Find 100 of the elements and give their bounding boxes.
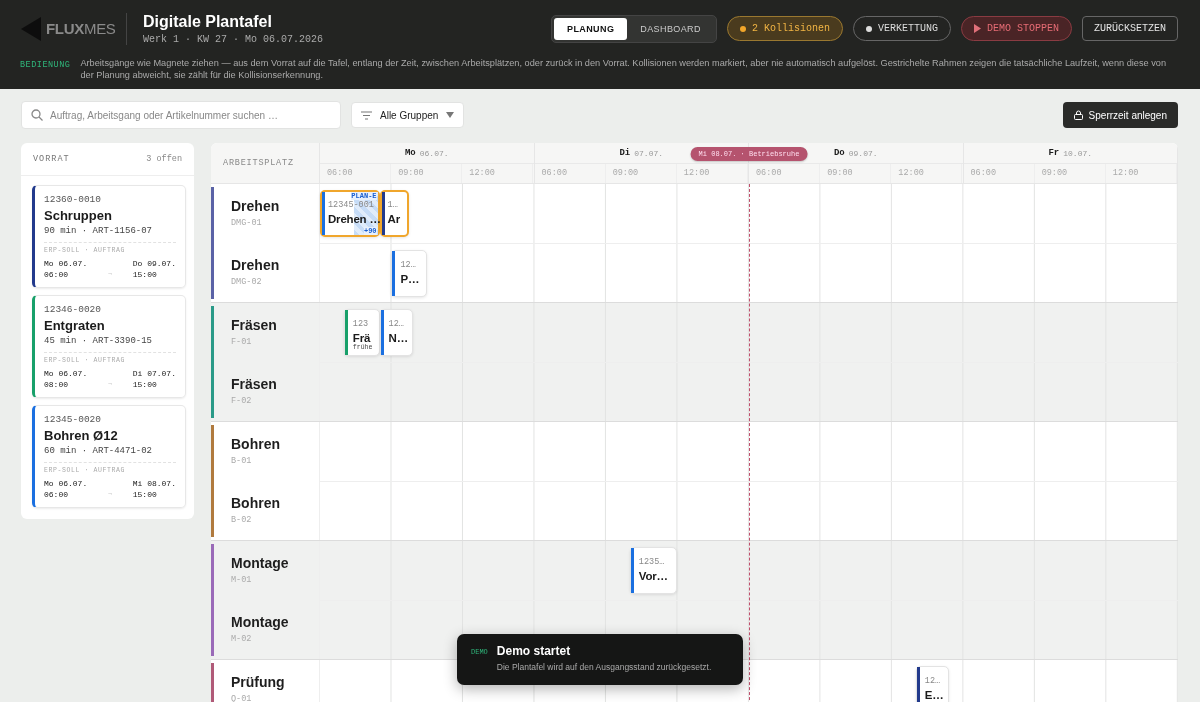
day-date: 09.07. <box>848 148 878 158</box>
reset-button[interactable]: ZURÜCKSETZEN <box>1082 16 1178 41</box>
workplace-code: M-02 <box>231 634 253 644</box>
search-field[interactable]: Auftrag, Arbeitsgang oder Artikelnummer suchen … <box>21 101 341 129</box>
start-time: 08:00 <box>44 379 69 390</box>
end-time: 15:00 <box>132 269 158 280</box>
operation-title: Vor… <box>638 570 669 582</box>
day-name: Mo <box>404 148 416 158</box>
hour-label: 12:00 <box>462 164 534 183</box>
toast-title: Demo startet <box>496 644 572 658</box>
play-icon <box>973 24 981 33</box>
hour-label: 09:00 <box>605 164 677 183</box>
operation-spec: 90 min · ART-1156-07 <box>44 226 154 236</box>
day-name: Fr <box>1048 148 1060 158</box>
hint-text: Arbeitsgänge wie Magnete ziehen — aus dem Vorrat auf die Tafel, entlang der Zeit, zwischen Arbeitsplätzen, oder zurück in den Vorrat. Kollisionen werden markiert, aber nie automatisch aufgelöst. Gestrichelte Rahmen zeigen die tatsächliche Laufzeit, wenn diese von der Planung abweicht, sie zählt für die Kollisionserkennung. <box>80 57 1167 81</box>
start-date: Mo 06.07. <box>44 258 88 269</box>
workplace-name: Fräsen <box>231 317 278 333</box>
start-time: 06:00 <box>44 489 69 500</box>
column-header: ARBEITSPLATZ <box>222 157 295 170</box>
workplace-code: M-01 <box>231 575 253 585</box>
start-date: Mo 06.07. <box>44 478 88 489</box>
view-tab[interactable]: PLANUNG <box>554 17 628 40</box>
day-date: 07.07. <box>634 148 664 158</box>
toast-text: Die Plantafel wird auf den Ausgangsstand zurückgesetzt. <box>496 662 712 672</box>
collisions-button[interactable]: 2 Kollisionen <box>726 16 843 41</box>
operation-title: E… <box>924 689 945 701</box>
workplace-code: B-01 <box>231 456 253 466</box>
page-subtitle: Werk 1 · KW 27 · Mo 06.07.2026 <box>143 33 324 45</box>
operation-name: Bohren Ø12 <box>44 428 119 443</box>
workplace-name: Drehen <box>231 257 281 273</box>
hour-label: 12:00 <box>1105 164 1177 183</box>
workplace-name: Montage <box>231 614 290 630</box>
hour-label: 09:00 <box>391 164 463 183</box>
operation-spec: 60 min · ART-4471-02 <box>44 446 154 456</box>
search-icon <box>31 109 43 121</box>
filter-icon <box>361 110 372 120</box>
operation-name: Schruppen <box>44 208 113 223</box>
workplace-code: B-02 <box>231 515 253 525</box>
end-date: Di 07.07. <box>132 368 176 379</box>
order-number: 12… <box>388 319 405 329</box>
workplace-name: Bohren <box>231 436 281 452</box>
hour-label: 06:00 <box>320 164 392 183</box>
workplace-name: Bohren <box>231 495 281 511</box>
logo: FLUXMES <box>46 20 116 37</box>
day-date: 10.07. <box>1063 148 1093 158</box>
demo-button[interactable]: DEMO STOPPEN <box>960 16 1072 41</box>
order-number: 12… <box>400 260 417 270</box>
group-filter[interactable]: Alle Gruppen <box>351 102 465 128</box>
day-name: Do <box>833 148 845 158</box>
operation-title: Drehen … <box>328 213 378 225</box>
operation-title: Ar <box>387 213 401 225</box>
hour-label: 12:00 <box>676 164 748 183</box>
operation-name: Entgraten <box>44 318 106 333</box>
order-number: 1235… <box>638 557 666 567</box>
end-time: 15:00 <box>132 489 158 500</box>
open-count: 3 offen <box>146 154 182 164</box>
operation-block[interactable]: 12… E… <box>915 666 950 702</box>
panel-title: VORRAT <box>33 154 70 164</box>
workplace-name: Montage <box>231 555 290 571</box>
hour-label: 06:00 <box>534 164 606 183</box>
lock-icon <box>1073 110 1083 120</box>
order-number: 12345-001 <box>328 200 375 210</box>
order-number: 12345-0020 <box>44 414 102 425</box>
workplace-code: F-02 <box>231 396 253 406</box>
workplace-code: Q-01 <box>231 694 253 702</box>
operation-block[interactable]: 1235… Vor… <box>629 547 678 594</box>
operation-title: Frä <box>352 332 372 344</box>
operation-title: N… <box>388 332 409 344</box>
lock-time-button[interactable]: Sperrzeit anlegen <box>1062 102 1178 128</box>
page-title: Digitale Plantafel <box>143 12 273 31</box>
operation-block[interactable]: 12… P… <box>391 250 428 297</box>
order-number: 12360-0010 <box>44 194 102 205</box>
hour-label: 06:00 <box>963 164 1035 183</box>
end-time: 15:00 <box>132 379 158 390</box>
start-date: Mo 06.07. <box>44 368 88 379</box>
order-number: 12346-0020 <box>44 304 102 315</box>
day-date: 06.07. <box>419 148 449 158</box>
hour-label: 09:00 <box>1034 164 1106 183</box>
operation-block[interactable]: 12… N… <box>379 309 413 356</box>
workplace-name: Prüfung <box>231 674 286 690</box>
start-time: 06:00 <box>44 269 69 280</box>
hour-label: 06:00 <box>749 164 821 183</box>
day-name: Di <box>619 148 631 158</box>
view-tab[interactable]: DASHBOARD <box>627 17 714 40</box>
operation-block[interactable]: 1… Ar <box>379 190 410 237</box>
workplace-name: Drehen <box>231 198 281 214</box>
order-number: 1… <box>387 200 399 210</box>
hour-label: 09:00 <box>820 164 892 183</box>
workplace-name: Fräsen <box>231 376 278 392</box>
workplace-code: DMG-02 <box>231 277 263 287</box>
order-number: 12… <box>924 676 942 686</box>
end-date: Do 09.07. <box>132 258 176 269</box>
end-date: Mi 08.07. <box>132 478 176 489</box>
operation-title: P… <box>400 273 421 285</box>
hour-label: 12:00 <box>891 164 963 183</box>
operation-spec: 45 min · ART-3390-15 <box>44 336 154 346</box>
workplace-code: DMG-01 <box>231 218 263 228</box>
workplace-code: F-01 <box>231 337 253 347</box>
caret-icon <box>446 112 455 118</box>
hint-label: BEDIENUNG <box>20 59 71 70</box>
